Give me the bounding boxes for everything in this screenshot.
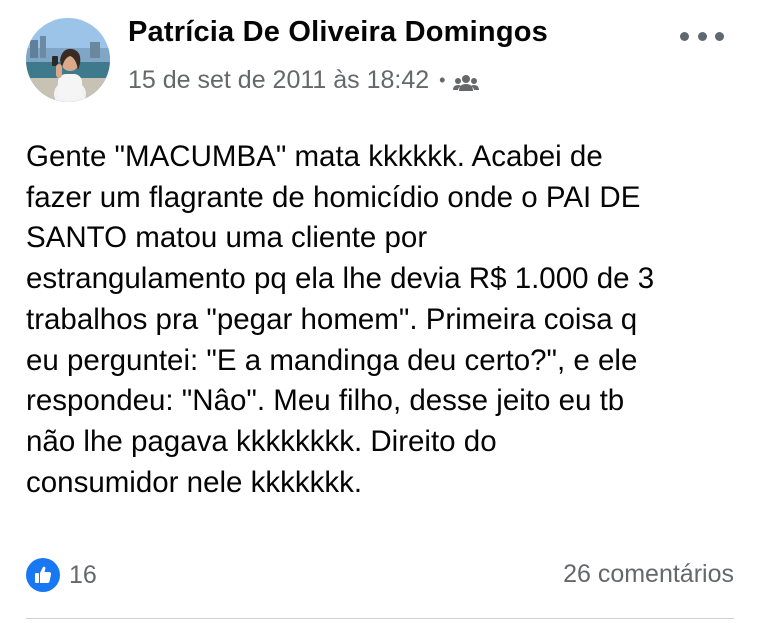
author-name[interactable]: Patrícia De Oliveira Domingos (128, 16, 548, 49)
post-text-line: trabalhos pra "pegar homem". Primeira co… (26, 302, 638, 336)
post-body-text: Gente "MACUMBA" mata kkkkkk. Acabei de f… (26, 137, 738, 503)
post-text-line: eu perguntei: "E a mandinga deu certo?",… (26, 343, 638, 377)
like-icon (26, 558, 60, 592)
friends-icon[interactable] (453, 71, 480, 91)
post-text-line: não lhe pagava kkkkkkkk. Direito do (26, 424, 497, 458)
avatar-photo (26, 18, 110, 102)
post-timestamp[interactable]: 15 de set de 2011 às 18:42 (128, 66, 429, 95)
post-text-line: consumidor nele kkkkkkk. (26, 465, 363, 499)
facebook-post: Patrícia De Oliveira Domingos 15 de set … (0, 0, 760, 623)
divider (26, 618, 734, 619)
meta-separator: • (439, 70, 446, 90)
reaction-count: 16 (69, 560, 97, 589)
post-text-line: estrangulamento pq ela lhe devia R$ 1.00… (26, 262, 655, 296)
post-text-line: SANTO matou uma cliente por (26, 221, 428, 255)
author-avatar[interactable] (26, 18, 110, 102)
more-options-icon-dot (680, 31, 689, 41)
reactions-summary[interactable]: 16 (26, 558, 97, 592)
post-text-line: fazer um flagrante de homicídio onde o P… (26, 180, 641, 214)
post-meta: 15 de set de 2011 às 18:42 • (128, 66, 480, 95)
more-options-icon-dot (697, 31, 707, 41)
more-options-icon-dot (715, 31, 724, 41)
comments-count-link[interactable]: 26 comentários (563, 560, 734, 589)
more-options-button[interactable] (680, 22, 724, 50)
post-text-line: Gente "MACUMBA" mata kkkkkk. Acabei de (26, 140, 603, 173)
post-text-line: respondeu: "Nâo". Meu filho, desse jeito… (26, 384, 625, 418)
